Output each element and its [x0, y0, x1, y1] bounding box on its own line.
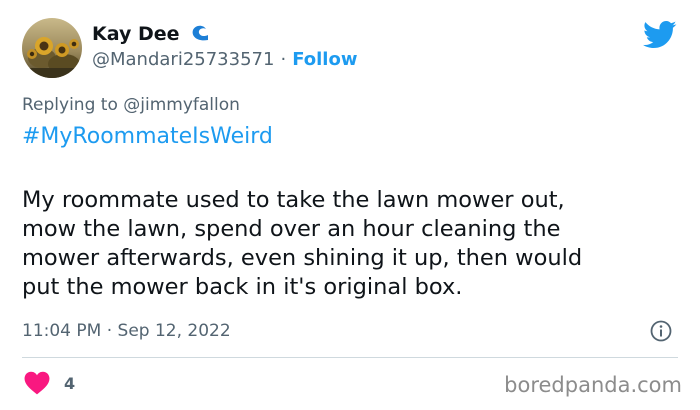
author-handle-row: @Mandari25733571 · Follow: [92, 49, 357, 70]
tweet-text-line: mower afterwards, even shining it up, th…: [22, 245, 583, 271]
info-icon[interactable]: [649, 319, 673, 343]
tweet-text-line: put the mower back in it's original box.: [22, 274, 463, 300]
author-name-row: Kay Dee: [92, 20, 212, 48]
tweet-text-line: mow the lawn, spend over an hour cleanin…: [22, 216, 561, 242]
hashtag-link[interactable]: #MyRoommateIsWeird: [22, 124, 273, 149]
tweet-card: Kay Dee @Mandari25733571 · Follow Replyi…: [0, 0, 700, 410]
reply-mention-link[interactable]: @jimmyfallon: [123, 95, 240, 115]
tweet-text-line: My roommate used to take the lawn mower …: [22, 187, 565, 213]
wave-icon: [188, 22, 212, 46]
author-handle[interactable]: @Mandari25733571: [92, 49, 274, 70]
heart-icon: [24, 371, 50, 395]
author-display-name[interactable]: Kay Dee: [92, 23, 180, 45]
avatar[interactable]: [22, 18, 82, 78]
reply-context: Replying to @jimmyfallon: [22, 95, 240, 115]
follow-button[interactable]: Follow: [292, 49, 357, 70]
like-button[interactable]: 4: [24, 371, 75, 395]
handle-separator: ·: [280, 49, 287, 70]
like-count: 4: [64, 373, 76, 393]
twitter-bird-icon[interactable]: [643, 20, 677, 50]
divider: [22, 357, 678, 358]
reply-prefix: Replying to: [22, 95, 118, 115]
tweet-text: My roommate used to take the lawn mower …: [22, 186, 682, 302]
watermark: boredpanda.com: [504, 373, 682, 397]
tweet-timestamp[interactable]: 11:04 PM · Sep 12, 2022: [22, 321, 231, 341]
sunflower-avatar-image: [22, 18, 82, 78]
